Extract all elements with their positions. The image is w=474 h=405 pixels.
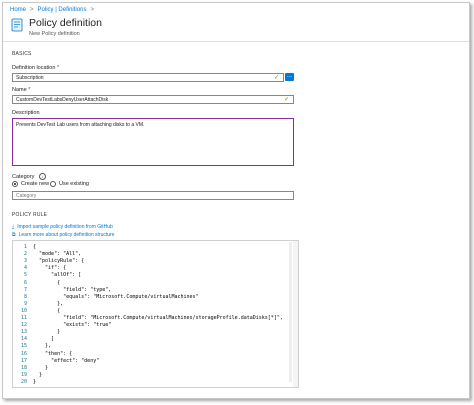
line-number: 8 (23, 293, 27, 300)
policy-icon (11, 18, 23, 32)
import-sample-link[interactable]: ⤓ Import sample policy definition from G… (12, 224, 113, 230)
code-line: } (33, 371, 43, 378)
line-number: 2 (23, 251, 27, 258)
line-number: 6 (23, 279, 27, 286)
category-input[interactable]: Category (12, 191, 294, 200)
code-line: "mode": "All", (33, 251, 82, 258)
line-number: 12 (20, 322, 27, 329)
external-link-icon: ⧉ (12, 232, 16, 238)
line-number: 4 (23, 265, 27, 272)
definition-location-label-text: Definition location (12, 65, 56, 71)
breadcrumb-separator: > (30, 7, 34, 13)
download-icon: ⤓ (12, 224, 15, 230)
policy-rule-editor[interactable]: 1 2 3 4 5 6 7 8 9 10 11 12 13 14 15 16 17 18 19 20 { "mode"… (12, 240, 299, 388)
code-line: "if": { (33, 265, 67, 272)
policy-rule-heading: POLICY RULE (12, 212, 48, 218)
line-number: 10 (20, 307, 27, 314)
learn-more-link-text: Learn more about policy definition struc… (18, 232, 115, 238)
name-label: Name * (12, 87, 30, 93)
line-number: 15 (20, 343, 27, 350)
learn-more-link[interactable]: ⧉ Learn more about policy definition str… (12, 232, 114, 238)
valid-check-icon: ✓ (283, 97, 289, 103)
code-line: "field": "Microsoft.Compute/virtualMachi… (33, 315, 283, 321)
code-line: "exists": "true" (33, 322, 112, 329)
line-number: 13 (20, 329, 27, 336)
radio-create-new[interactable]: Create new (12, 181, 49, 187)
name-field[interactable]: CustomDevTestLabsDenyUserAttachDisk ✓ (12, 95, 294, 104)
code-line: } (33, 378, 37, 385)
editor-scrollbar[interactable] (293, 241, 298, 387)
radio-unselected-icon (50, 181, 56, 187)
code-line: "policyRule": { (33, 258, 85, 265)
code-line: "equals": "Microsoft.Compute/virtualMach… (33, 293, 199, 300)
import-sample-link-text: Import sample policy definition from Git… (17, 224, 113, 230)
code-line: "field": "type", (33, 286, 112, 293)
line-number: 1 (23, 244, 27, 250)
code-line: "then": { (33, 350, 73, 357)
code-line: ] (33, 336, 55, 343)
required-marker: * (28, 87, 31, 93)
line-number-gutter: 1 2 3 4 5 6 7 8 9 10 11 12 13 14 15 16 17 18 19 20 (13, 241, 29, 387)
line-number: 14 (20, 336, 27, 343)
breadcrumb-separator-2: > (90, 7, 94, 13)
line-number: 16 (20, 350, 27, 357)
page-subtitle: New Policy definition (29, 31, 80, 37)
radio-use-existing-label: Use existing (59, 181, 89, 187)
code-line: { (33, 279, 61, 286)
header-divider (3, 41, 469, 42)
line-number: 11 (20, 315, 27, 321)
required-marker: * (56, 65, 60, 71)
category-label-text: Category (12, 174, 35, 180)
line-number: 9 (23, 300, 27, 307)
definition-location-field[interactable]: Subscription ✓ (12, 73, 284, 82)
definition-location-value: Subscription (16, 75, 44, 81)
name-label-text: Name (12, 87, 27, 93)
line-number: 3 (23, 258, 27, 265)
code-line: "effect": "deny" (33, 357, 100, 364)
code-line: "allOf": [ (33, 272, 82, 279)
code-line: } (33, 364, 49, 371)
radio-use-existing[interactable]: Use existing (50, 181, 89, 187)
editor-minimap[interactable] (289, 242, 292, 382)
radio-create-new-label: Create new (21, 181, 50, 187)
definition-location-label: Definition location * (12, 65, 59, 71)
breadcrumb-policy-definitions[interactable]: Policy | Definitions (38, 7, 87, 13)
category-placeholder: Category (16, 193, 37, 199)
code-line: { (33, 307, 61, 314)
line-number: 17 (20, 357, 27, 364)
policy-definition-blade: Home > Policy | Definitions > Policy def… (2, 2, 470, 399)
info-icon[interactable]: i (38, 173, 46, 180)
breadcrumb: Home > Policy | Definitions > (10, 7, 94, 13)
code-line: } (33, 329, 61, 336)
category-label: Category i (12, 173, 46, 180)
name-value: CustomDevTestLabsDenyUserAttachDisk (16, 97, 109, 103)
valid-check-icon: ✓ (273, 75, 279, 81)
line-number: 5 (23, 272, 27, 279)
definition-location-picker-button[interactable]: ... (285, 73, 294, 81)
basics-heading: BASICS (12, 51, 32, 57)
line-number: 19 (20, 371, 27, 378)
code-line: }, (33, 300, 64, 307)
line-number: 7 (23, 286, 27, 293)
line-number: 20 (20, 378, 27, 385)
code-line: }, (33, 343, 52, 350)
description-label: Description (12, 110, 40, 116)
pin-icon[interactable]: ⋮ (88, 20, 95, 28)
breadcrumb-home[interactable]: Home (10, 7, 26, 13)
radio-selected-icon (12, 181, 18, 187)
line-number: 18 (20, 364, 27, 371)
code-line: { (33, 244, 37, 250)
description-field[interactable]: Prevents DevTest Lab users from attachin… (12, 118, 294, 166)
